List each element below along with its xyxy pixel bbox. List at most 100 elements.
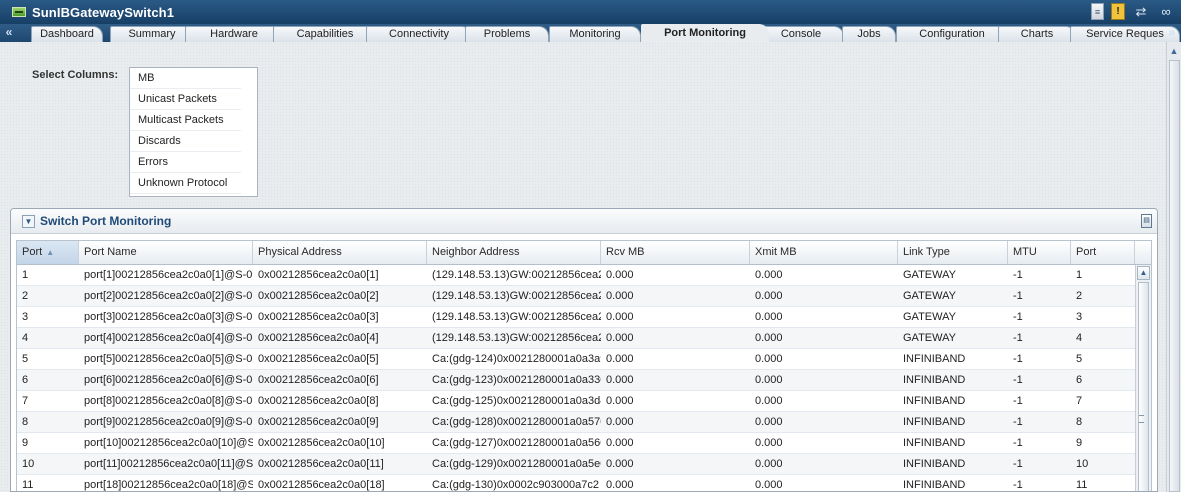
tab-connectivity[interactable]: Connectivity (366, 26, 472, 42)
table-cell: 0.000 (755, 290, 783, 302)
table-cell: INFINIBAND (903, 353, 966, 365)
table-cell: 7 (22, 395, 29, 407)
table-cell: -1 (1013, 437, 1023, 449)
table-cell: 0x00212856cea2c0a0[5] (258, 353, 379, 365)
table-row[interactable]: 3 port[3]00212856cea2c0a0[3]@S-0 0x0021285… (17, 307, 1135, 328)
tab-charts[interactable]: Charts (998, 26, 1076, 42)
table-row[interactable]: 1 port[1]00212856cea2c0a0[1]@S-0 0x0021285… (17, 265, 1135, 286)
export-icon[interactable]: ▤ (1141, 214, 1152, 228)
switch-icon[interactable]: ⇄ (1132, 3, 1150, 20)
alert-icon[interactable]: ! (1111, 3, 1125, 20)
tab-service-reques[interactable]: Service Reques (1070, 26, 1180, 42)
tab-capabilities[interactable]: Capabilities (273, 26, 377, 42)
table-cell: 0.000 (755, 353, 783, 365)
tab-console[interactable]: Console (758, 26, 844, 42)
page-scroll-up-icon[interactable]: ▲ (1168, 44, 1180, 58)
table-cell: port[2]00212856cea2c0a0[2]@S-0 (84, 290, 253, 302)
select-columns-option[interactable]: Multicast Packets (130, 110, 241, 131)
table-cell: 0.000 (755, 395, 783, 407)
table-cell: 0.000 (755, 374, 783, 386)
page-scrollbar-thumb[interactable] (1169, 60, 1180, 492)
panel-header: ▼ Switch Port Monitoring ▤ (11, 209, 1157, 234)
table-cell: Ca:(gdg-129)0x0021280001a0a5e0 (432, 458, 601, 470)
column-header[interactable]: Port ▲ (17, 241, 79, 264)
window-titlebar: SunIBGatewaySwitch1 ≡ ! ⇄ ∞ (0, 0, 1181, 24)
table-cell: -1 (1013, 269, 1023, 281)
table-row[interactable]: 5 port[5]00212856cea2c0a0[5]@S-0 0x0021285… (17, 349, 1135, 370)
column-header[interactable]: Neighbor Address (427, 241, 601, 264)
table-cell: -1 (1013, 416, 1023, 428)
document-icon[interactable]: ≡ (1091, 3, 1104, 20)
page-scrollbar[interactable]: ▲ (1166, 42, 1181, 492)
column-header[interactable]: Link Type (898, 241, 1008, 264)
panel-title: Switch Port Monitoring (40, 214, 172, 228)
scroll-up-icon[interactable]: ▲ (1137, 266, 1150, 280)
select-columns-option[interactable]: MB (130, 68, 241, 89)
table-cell: 0.000 (606, 353, 634, 365)
table-cell: 0x00212856cea2c0a0[11] (258, 458, 384, 470)
tab-problems[interactable]: Problems (465, 26, 549, 42)
table-cell: 0.000 (606, 269, 634, 281)
table-cell: 0.000 (755, 269, 783, 281)
tab-monitoring[interactable]: Monitoring (549, 26, 641, 42)
table-cell: port[8]00212856cea2c0a0[8]@S-0 (84, 395, 253, 407)
table-scrollbar[interactable]: ▲ (1135, 265, 1151, 491)
table-cell: 8 (1076, 416, 1083, 428)
column-header-label: Port (1076, 246, 1097, 258)
table-cell: -1 (1013, 374, 1023, 386)
table-cell: port[9]00212856cea2c0a0[9]@S-0 (84, 416, 253, 428)
tab-scroll-left-icon[interactable]: « (2, 24, 16, 42)
table-cell: 5 (1076, 353, 1083, 365)
table-cell: (129.148.53.13)GW:00212856cea2 (432, 311, 601, 323)
tab-hardware[interactable]: Hardware (185, 26, 283, 42)
sort-ascending-icon[interactable]: ▲ (46, 248, 54, 257)
table-row[interactable]: 2 port[2]00212856cea2c0a0[2]@S-0 0x0021285… (17, 286, 1135, 307)
table-row[interactable]: 8 port[9]00212856cea2c0a0[9]@S-0 0x0021285… (17, 412, 1135, 433)
collapse-icon[interactable]: ▼ (22, 215, 35, 228)
table-row[interactable]: 9 port[10]00212856cea2c0a0[10]@S 0x0021285… (17, 433, 1135, 454)
table-cell: GATEWAY (903, 269, 956, 281)
column-header[interactable]: Port (1071, 241, 1135, 264)
table-row[interactable]: 4 port[4]00212856cea2c0a0[4]@S-0 0x0021285… (17, 328, 1135, 349)
table-header: Port ▲ Port Name Physical Address Neighbor A… (17, 241, 1151, 265)
select-columns-option[interactable]: Unicast Packets (130, 89, 241, 110)
scrollbar-thumb[interactable] (1138, 282, 1149, 491)
table-row[interactable]: 6 port[6]00212856cea2c0a0[6]@S-0 0x0021285… (17, 370, 1135, 391)
table-cell: port[4]00212856cea2c0a0[4]@S-0 (84, 332, 253, 344)
switch-port-monitoring-panel: ▼ Switch Port Monitoring ▤ Port ▲ Port Nam… (10, 208, 1158, 492)
tab-scroll-right-icon[interactable]: » (1165, 24, 1179, 42)
column-header[interactable]: Rcv MB (601, 241, 750, 264)
select-columns-option[interactable]: Discards (130, 131, 241, 152)
table-cell: 0x00212856cea2c0a0[3] (258, 311, 379, 323)
table-cell: 9 (1076, 437, 1083, 449)
table-row[interactable]: 10 port[11]00212856cea2c0a0[11]@S 0x002128… (17, 454, 1135, 475)
tab-dashboard[interactable]: Dashboard (31, 26, 103, 42)
table-row[interactable]: 11 port[18]00212856cea2c0a0[18]@S 0x002128… (17, 475, 1135, 491)
table-cell: -1 (1013, 311, 1023, 323)
tab-summary[interactable]: Summary (110, 26, 194, 42)
table-row[interactable]: 7 port[8]00212856cea2c0a0[8]@S-0 0x0021285… (17, 391, 1135, 412)
table-cell: 0.000 (606, 332, 634, 344)
link-icon[interactable]: ∞ (1157, 3, 1175, 20)
table-cell: GATEWAY (903, 332, 956, 344)
select-columns-option[interactable]: Unknown Protocol (130, 173, 241, 194)
column-header[interactable]: MTU (1008, 241, 1071, 264)
select-columns-list[interactable]: MB Unicast Packets Multicast Packets Discar… (129, 67, 258, 197)
select-columns-option[interactable]: Errors (130, 152, 241, 173)
column-header[interactable]: Physical Address (253, 241, 427, 264)
switch-app-icon (12, 7, 26, 17)
tab-port-monitoring[interactable]: Port Monitoring (641, 24, 769, 42)
column-header[interactable]: Port Name (79, 241, 253, 264)
table-cell: 0.000 (606, 458, 634, 470)
column-header-label: Link Type (903, 246, 950, 258)
table-cell: Ca:(gdg-128)0x0021280001a0a570 (432, 416, 601, 428)
column-header[interactable]: Xmit MB (750, 241, 898, 264)
table-cell: -1 (1013, 353, 1023, 365)
tab-jobs[interactable]: Jobs (842, 26, 896, 42)
table-cell: 11 (1076, 479, 1088, 491)
table-cell: 3 (22, 311, 29, 323)
tab-configuration[interactable]: Configuration (896, 26, 1008, 42)
table-cell: 11 (22, 479, 34, 491)
table-cell: 0x00212856cea2c0a0[8] (258, 395, 379, 407)
table-cell: Ca:(gdg-123)0x0021280001a0a330 (432, 374, 601, 386)
